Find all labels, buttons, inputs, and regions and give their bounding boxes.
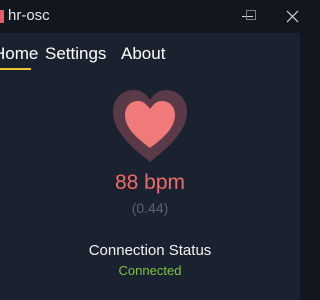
tab-settings[interactable]: Settings xyxy=(45,44,106,64)
title-bar[interactable]: hr-osc xyxy=(0,0,300,33)
close-icon[interactable] xyxy=(286,10,299,23)
tab-bar: Home Settings About xyxy=(0,33,300,73)
heart-icon xyxy=(113,90,187,162)
active-tab-indicator xyxy=(0,68,31,70)
connection-status-label: Connection Status xyxy=(88,242,212,259)
app-icon xyxy=(0,10,4,23)
app-window: hr-osc Home Settings About 88 bpm (0.44)… xyxy=(0,0,300,300)
window-title: hr-osc xyxy=(8,7,50,24)
connection-status-value: Connected xyxy=(118,263,182,278)
raw-heart-value: (0.44) xyxy=(131,200,169,216)
maximize-icon[interactable] xyxy=(246,10,256,20)
tab-about[interactable]: About xyxy=(121,44,165,64)
heart-rate-value: 88 bpm xyxy=(114,171,186,194)
tab-home[interactable]: Home xyxy=(0,44,38,64)
